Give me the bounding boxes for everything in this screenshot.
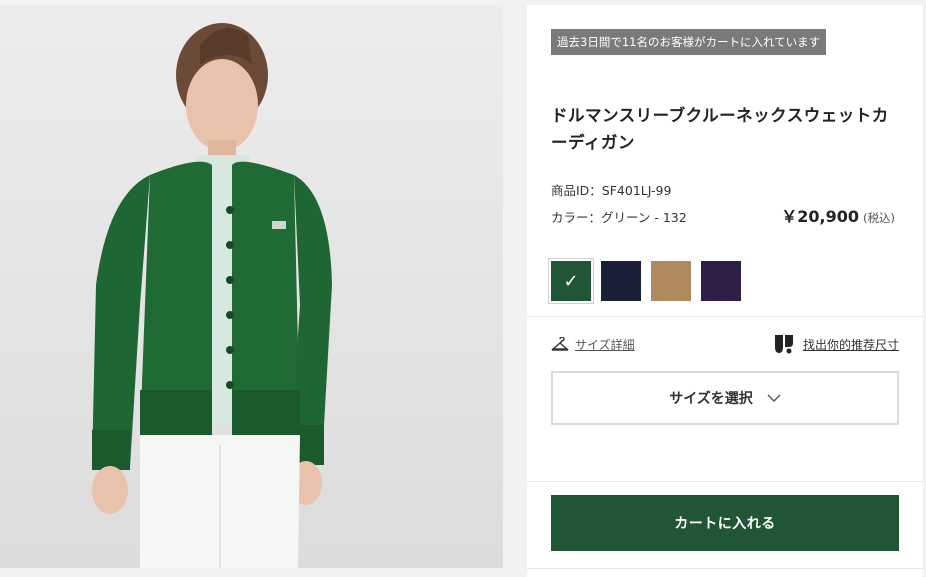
swatch-navy[interactable] — [601, 261, 641, 301]
price-tax-note: (税込) — [863, 211, 895, 225]
product-info-panel: 過去3日間で11名のお客様がカートに入れています ドルマンスリーブクルーネックス… — [527, 5, 923, 577]
hanger-icon — [551, 336, 569, 351]
divider — [527, 316, 923, 317]
size-detail-label: サイズ詳細 — [575, 338, 635, 352]
size-select-label: サイズを選択 — [669, 391, 753, 407]
price-value: ￥20,900 — [781, 207, 860, 226]
size-detail-link[interactable]: サイズ詳細 — [551, 336, 635, 353]
product-photo-illustration — [92, 23, 332, 568]
swatch-green[interactable]: ✓ — [549, 259, 593, 303]
swatch-purple[interactable] — [701, 261, 741, 301]
color-swatches: ✓ — [549, 259, 741, 303]
product-image[interactable] — [0, 5, 503, 568]
product-id: 商品ID：SF401LJ-99 — [551, 183, 672, 198]
price: ￥20,900 (税込) — [781, 203, 895, 227]
selected-color-label: カラー：グリーン - 132 — [551, 210, 687, 225]
add-to-cart-button[interactable]: カートに入れる — [551, 495, 899, 551]
fit-finder-logo-icon — [774, 335, 793, 354]
chevron-down-icon — [767, 394, 781, 402]
size-select-dropdown[interactable]: サイズを選択 — [551, 371, 899, 425]
check-icon: ✓ — [563, 270, 579, 292]
cart-activity-badge: 過去3日間で11名のお客様がカートに入れています — [551, 29, 827, 55]
divider — [527, 568, 923, 569]
swatch-beige[interactable] — [651, 261, 691, 301]
divider — [527, 481, 923, 482]
fit-finder-label: 找出你的推荐尺寸 — [802, 337, 899, 352]
product-title: ドルマンスリーブクルーネックスウェットカーディガン — [551, 106, 889, 152]
fit-finder-link[interactable]: 找出你的推荐尺寸 — [773, 333, 899, 355]
